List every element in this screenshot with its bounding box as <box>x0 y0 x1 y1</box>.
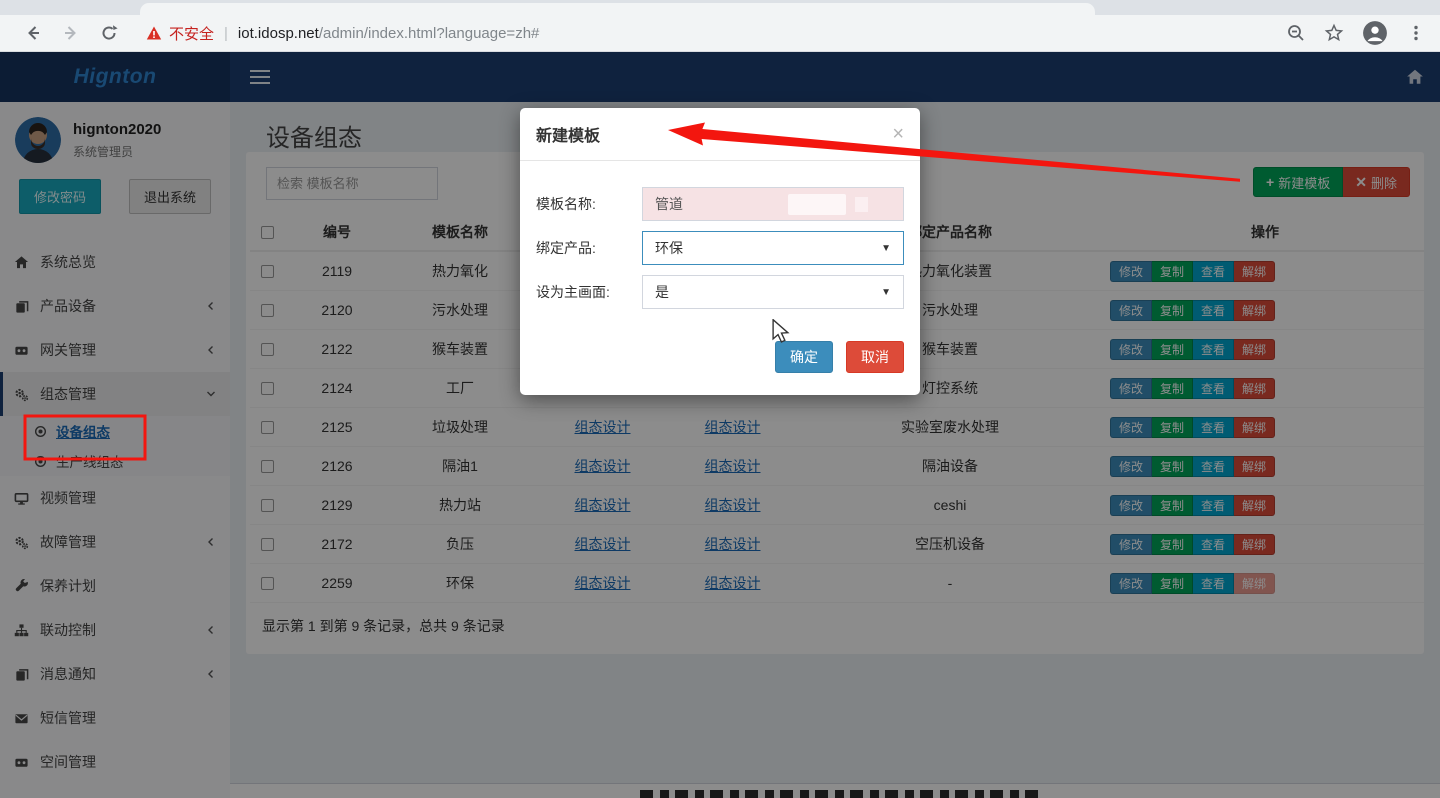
confirm-button[interactable]: 确定 <box>775 341 833 373</box>
browser-chrome: 不安全 | iot.idosp.net/admin/index.html?lan… <box>0 0 1440 52</box>
new-template-modal: 新建模板 × 模板名称: 管道 绑定产品: 环保 ▼ 设为主画面: 是 ▼ <box>520 108 920 395</box>
ime-highlight <box>788 194 846 215</box>
chevron-down-icon: ▼ <box>881 287 891 298</box>
browser-active-tab[interactable] <box>140 3 1095 15</box>
ime-highlight <box>855 197 868 212</box>
browser-tab-strip <box>0 0 1440 15</box>
browser-menu-icon[interactable] <box>1406 23 1426 43</box>
security-warning-label: 不安全 <box>169 23 214 44</box>
close-icon[interactable]: × <box>892 124 904 144</box>
main-screen-select[interactable]: 是 ▼ <box>642 275 904 309</box>
bookmark-star-icon[interactable] <box>1324 23 1344 43</box>
security-warning[interactable]: 不安全 <box>146 23 214 44</box>
main-screen-label: 设为主画面: <box>536 282 642 302</box>
url-separator: | <box>224 25 228 42</box>
back-icon[interactable] <box>23 23 43 43</box>
profile-avatar-icon[interactable] <box>1362 20 1388 46</box>
template-name-input[interactable]: 管道 <box>642 187 904 221</box>
address-bar[interactable]: 不安全 | iot.idosp.net/admin/index.html?lan… <box>146 23 1277 44</box>
cancel-button[interactable]: 取消 <box>846 341 904 373</box>
bind-product-select[interactable]: 环保 ▼ <box>642 231 904 265</box>
template-name-label: 模板名称: <box>536 194 642 214</box>
reload-icon[interactable] <box>99 23 119 43</box>
url-path: /admin/index.html?language=zh# <box>319 25 540 42</box>
modal-title: 新建模板 <box>536 122 600 146</box>
url-text[interactable]: iot.idosp.net/admin/index.html?language=… <box>238 25 539 42</box>
url-host: iot.idosp.net <box>238 25 319 42</box>
chevron-down-icon: ▼ <box>881 243 891 254</box>
warning-triangle-icon <box>146 25 162 41</box>
forward-icon[interactable] <box>61 23 81 43</box>
zoom-out-icon[interactable] <box>1286 23 1306 43</box>
bind-product-label: 绑定产品: <box>536 238 642 258</box>
browser-toolbar: 不安全 | iot.idosp.net/admin/index.html?lan… <box>0 15 1440 52</box>
